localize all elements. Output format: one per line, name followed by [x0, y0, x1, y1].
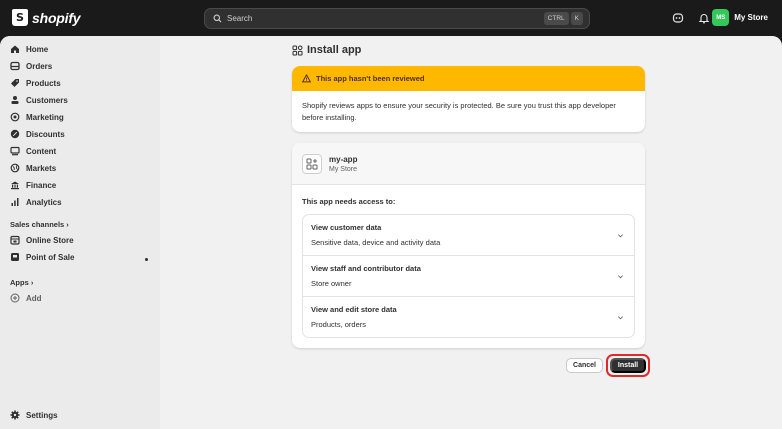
sidebar-item-label: Content	[26, 146, 57, 156]
target-icon	[10, 112, 20, 122]
shortcut-key-ctrl: CTRL	[543, 12, 569, 25]
sidebar-item-add-app[interactable]: Add	[10, 291, 42, 305]
add-circle-icon	[10, 293, 20, 303]
warning-banner: This app hasn't been reviewed Shopify re…	[292, 66, 645, 132]
orders-icon	[10, 61, 20, 71]
logo-text: shopify	[32, 9, 81, 26]
pos-icon	[11, 253, 19, 261]
permission-staff-data[interactable]: View staff and contributor data Store ow…	[303, 256, 634, 297]
bar-chart-icon	[11, 198, 19, 206]
sidebar-item-discounts[interactable]: Discounts	[10, 127, 65, 141]
sidebar-item-home[interactable]: Home	[11, 42, 49, 56]
search-icon	[213, 14, 222, 23]
search-input[interactable]: Search CTRL K	[204, 8, 590, 29]
sidebar-item-label: Markets	[26, 163, 57, 173]
chevron-down-icon	[618, 275, 623, 279]
chevron-down-icon	[618, 234, 623, 238]
sidebar-item-markets[interactable]: Markets	[10, 161, 57, 175]
permissions-list: View customer data Sensitive data, devic…	[302, 214, 635, 338]
pin-dot	[145, 258, 148, 261]
bell-icon[interactable]	[698, 12, 710, 24]
permission-desc: Products, orders	[311, 320, 367, 329]
sidebar-item-label: Orders	[26, 61, 53, 71]
sidebar-item-label: Customers	[26, 95, 68, 105]
main-content: Install app This app hasn't been reviewe…	[160, 36, 782, 429]
cancel-button[interactable]: Cancel	[566, 358, 603, 373]
app-icon	[302, 153, 322, 174]
sidebar-item-analytics[interactable]: Analytics	[11, 195, 62, 209]
admin-shell: Home Orders Products Customers Marketing…	[0, 36, 782, 429]
banner-header: This app hasn't been reviewed	[292, 66, 645, 91]
banner-title: This app hasn't been reviewed	[316, 74, 425, 83]
search-placeholder: Search	[227, 14, 253, 23]
apps-header[interactable]: Apps ›	[10, 278, 33, 287]
bank-icon	[11, 181, 19, 190]
sidebar-item-content[interactable]: Content	[10, 144, 57, 158]
warning-icon	[302, 74, 311, 83]
page-title: Install app	[292, 44, 361, 56]
permission-desc: Sensitive data, device and activity data	[311, 238, 441, 247]
apps-grid-icon	[292, 45, 303, 55]
sidebar-item-label: Marketing	[26, 112, 64, 122]
sidebar-item-label: Online Store	[26, 235, 74, 245]
shopify-bag-icon	[12, 9, 28, 26]
sidebar-item-label: Add	[26, 293, 42, 303]
permission-customer-data[interactable]: View customer data Sensitive data, devic…	[303, 215, 634, 256]
sidebar-item-label: Settings	[26, 410, 58, 420]
sidebar-item-point-of-sale[interactable]: Point of Sale	[11, 250, 75, 264]
top-bar: shopify Search CTRL K MS My Store	[0, 0, 782, 36]
apps-label: Apps	[10, 278, 29, 287]
sidebar-item-label: Discounts	[26, 129, 65, 139]
install-card: my-app My Store This app needs access to…	[292, 143, 645, 348]
sidebar-item-label: Analytics	[26, 197, 62, 207]
sidebar: Home Orders Products Customers Marketing…	[0, 36, 160, 429]
store-name: My Store	[734, 13, 768, 22]
sidebar-item-online-store[interactable]: Online Store	[10, 233, 74, 247]
home-icon	[11, 45, 19, 53]
permission-store-data[interactable]: View and edit store data Products, order…	[303, 297, 634, 338]
sidebar-item-settings[interactable]: Settings	[10, 408, 58, 422]
store-icon	[10, 235, 20, 245]
sidebar-item-orders[interactable]: Orders	[10, 59, 53, 73]
permission-title: View and edit store data	[311, 305, 397, 314]
page-title-text: Install app	[307, 44, 362, 56]
apps-add-icon	[306, 158, 318, 169]
sidebar-item-marketing[interactable]: Marketing	[10, 110, 64, 124]
shortcut-key-k: K	[570, 12, 583, 25]
tag-icon	[11, 79, 19, 87]
permission-title: View staff and contributor data	[311, 264, 421, 273]
avatar: MS	[712, 9, 730, 26]
keyboard-shortcut: CTRL K	[543, 12, 583, 25]
banner-body: Shopify reviews apps to ensure your secu…	[302, 101, 616, 122]
sidekick-icon[interactable]	[672, 12, 684, 24]
content-icon	[10, 146, 20, 156]
access-label: This app needs access to:	[302, 197, 396, 206]
permission-title: View customer data	[311, 223, 382, 232]
store-menu[interactable]: MS My Store	[712, 9, 768, 26]
sidebar-item-label: Point of Sale	[26, 252, 75, 262]
sidebar-item-finance[interactable]: Finance	[11, 178, 57, 192]
sales-channels-label: Sales channels	[10, 220, 65, 229]
install-button[interactable]: Install	[610, 358, 646, 373]
app-header: my-app My Store	[292, 143, 645, 185]
sidebar-item-label: Home	[26, 44, 49, 54]
sidebar-item-customers[interactable]: Customers	[11, 93, 68, 107]
chevron-right-icon: ›	[66, 220, 69, 229]
chevron-down-icon	[618, 316, 623, 320]
gear-icon	[10, 410, 20, 420]
chevron-right-icon: ›	[30, 278, 34, 287]
sidebar-item-products[interactable]: Products	[11, 76, 61, 90]
globe-icon	[10, 163, 20, 173]
sales-channels-header[interactable]: Sales channels ›	[10, 220, 69, 229]
person-icon	[11, 96, 19, 104]
shopify-logo[interactable]: shopify	[12, 9, 81, 26]
sidebar-item-label: Finance	[26, 180, 57, 190]
app-name: my-app	[329, 154, 358, 164]
permission-desc: Store owner	[311, 279, 352, 288]
app-store-name: My Store	[329, 165, 358, 173]
sidebar-item-label: Products	[26, 78, 61, 88]
discount-icon	[10, 129, 20, 139]
